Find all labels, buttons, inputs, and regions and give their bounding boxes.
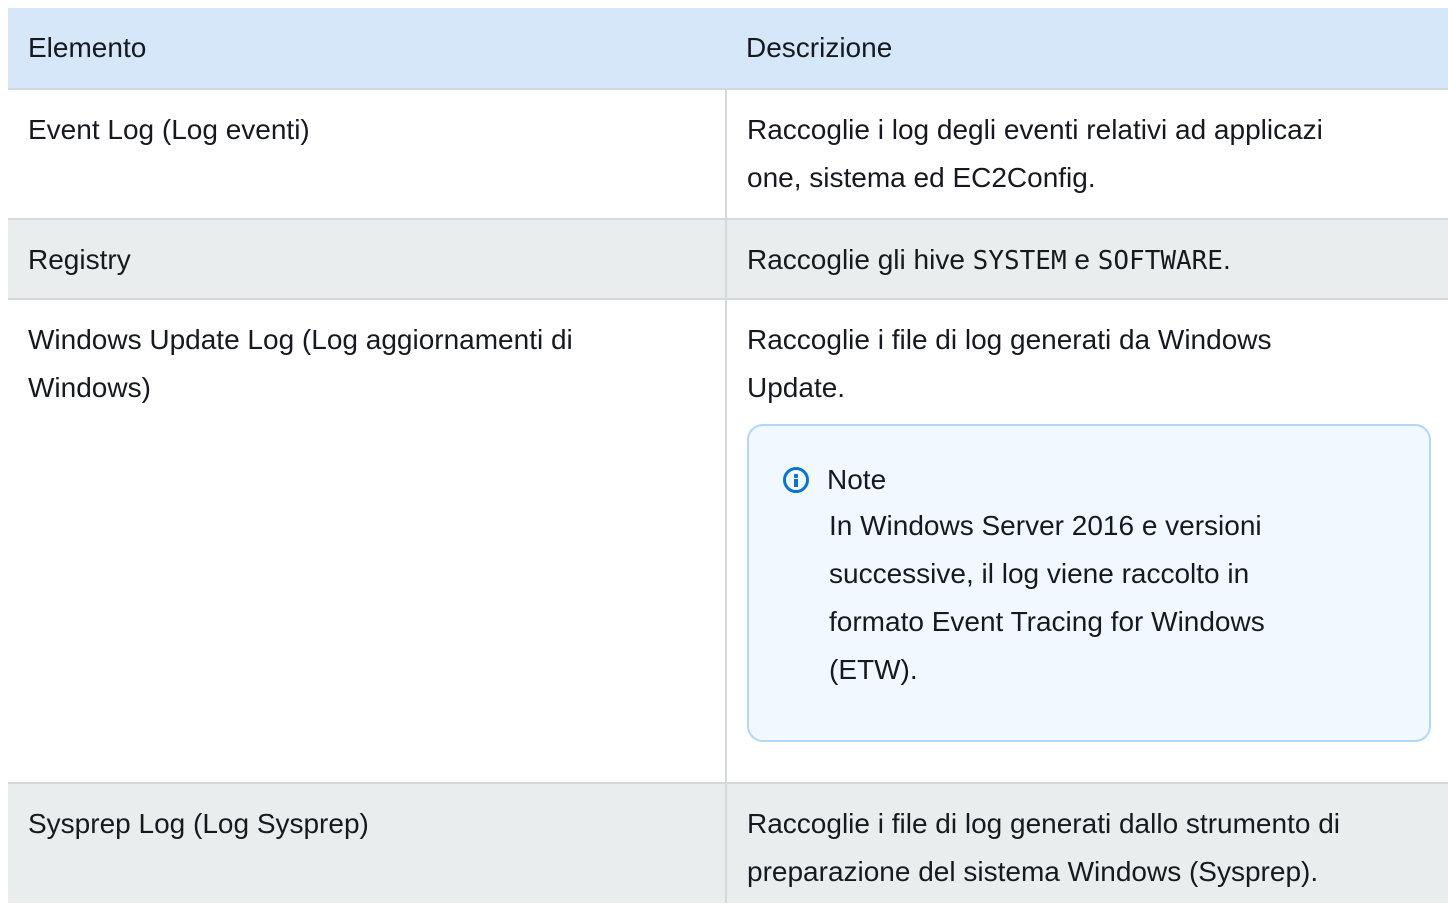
code-software: SOFTWARE [1097, 246, 1223, 276]
note-title: Note [827, 464, 887, 495]
description-cell: Raccoglie i file di log generati dallo s… [726, 783, 1448, 903]
description-text: e [1066, 244, 1098, 275]
element-cell: Registry [8, 219, 727, 299]
table-row: Registry Raccoglie gli hive SYSTEM e SOF… [8, 219, 1448, 299]
page: Elemento Descrizione Event Log (Log even… [0, 0, 1448, 905]
logs-table: Elemento Descrizione Event Log (Log even… [8, 8, 1448, 903]
description-line: Raccoglie i file di log generati da Wind… [747, 324, 1272, 355]
description-line: Update. [747, 372, 846, 403]
note-line: formato Event Tracing for Windows [829, 606, 1265, 637]
note-line: (ETW). [829, 654, 918, 685]
element-name: Windows) [28, 372, 151, 403]
description-line: one, sistema ed EC2Config. [747, 162, 1096, 193]
element-cell: Sysprep Log (Log Sysprep) [8, 783, 727, 903]
element-cell: Event Log (Log eventi) [8, 89, 727, 219]
element-name: Event Log (Log eventi) [28, 114, 310, 145]
code-system: SYSTEM [972, 246, 1067, 276]
description-line: preparazione del sistema Windows (Syspre… [747, 856, 1319, 887]
note-header: Note [783, 460, 1429, 500]
table-row: Sysprep Log (Log Sysprep) Raccoglie i fi… [8, 783, 1448, 903]
description-cell: Raccoglie gli hive SYSTEM e SOFTWARE. [726, 219, 1448, 299]
description-line: Raccoglie i log degli eventi relativi ad… [747, 114, 1323, 145]
table-row: Windows Update Log (Log aggiornamenti di… [8, 299, 1448, 783]
note-line: successive, il log viene raccolto in [829, 558, 1250, 589]
header-descrizione: Descrizione [746, 32, 893, 63]
element-name: Sysprep Log (Log Sysprep) [28, 808, 369, 839]
description-cell: Raccoglie i log degli eventi relativi ad… [726, 89, 1448, 219]
note-box: Note In Windows Server 2016 e versioni s… [747, 424, 1431, 742]
header-elemento: Elemento [28, 32, 147, 63]
note-line: In Windows Server 2016 e versioni [829, 510, 1262, 541]
note-body: In Windows Server 2016 e versioni succes… [829, 502, 1389, 694]
element-cell: Windows Update Log (Log aggiornamenti di… [8, 299, 727, 783]
description-text: Raccoglie gli hive [747, 244, 973, 275]
description-cell: Raccoglie i file di log generati da Wind… [726, 299, 1448, 783]
description-text: . [1222, 244, 1231, 275]
table-header-row: Elemento Descrizione [8, 8, 1448, 89]
table-row: Event Log (Log eventi) Raccoglie i log d… [8, 89, 1448, 219]
element-name: Windows Update Log (Log aggiornamenti di [28, 324, 573, 355]
info-icon [783, 467, 809, 493]
description-line: Raccoglie i file di log generati dallo s… [747, 808, 1340, 839]
element-name: Registry [28, 244, 131, 275]
